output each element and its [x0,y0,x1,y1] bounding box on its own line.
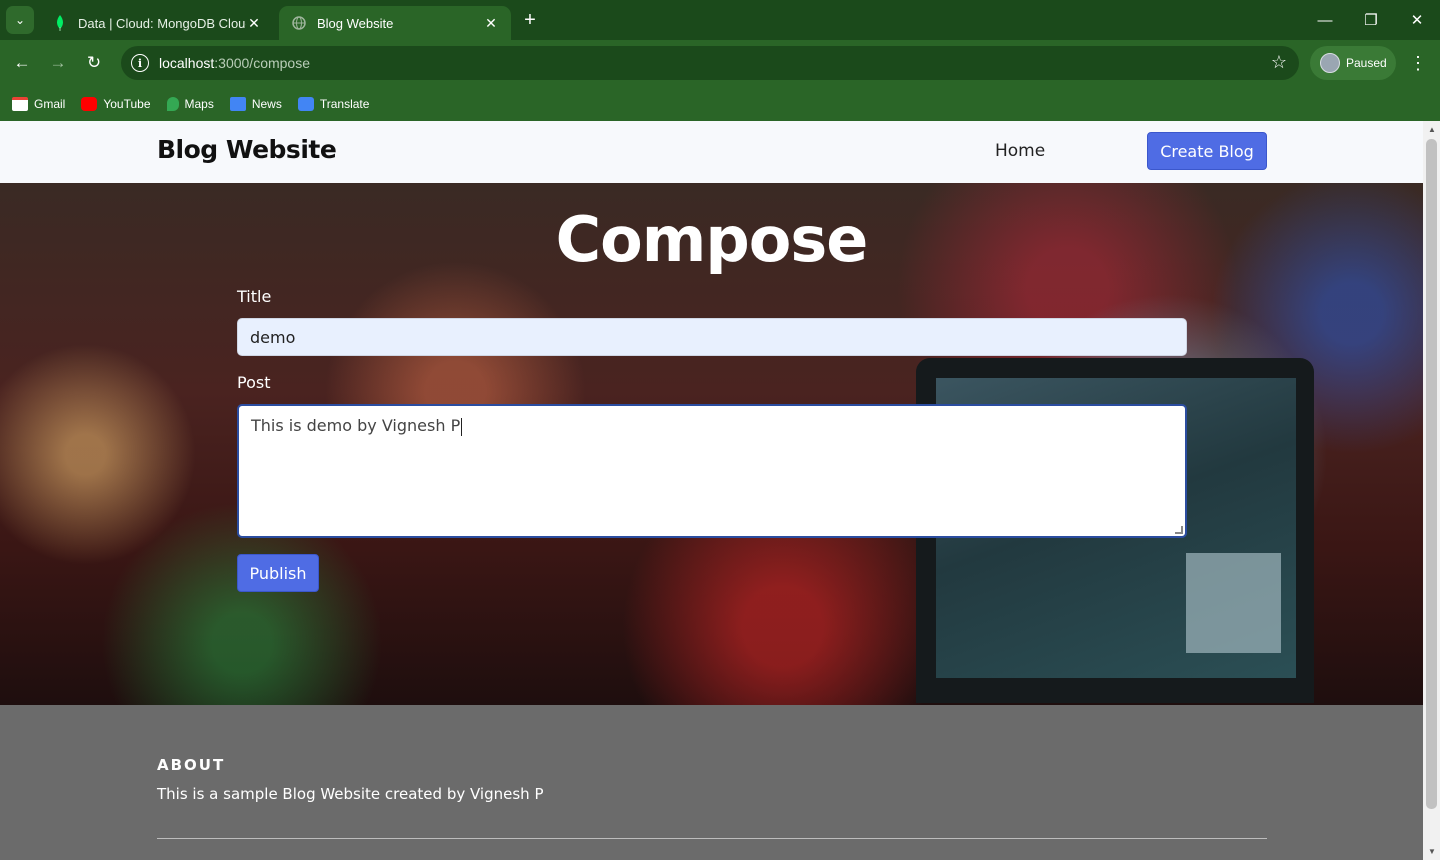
translate-icon [297,96,314,111]
address-bar[interactable]: i localhost:3000/compose ☆ [121,46,1299,80]
title-input[interactable]: demo [237,318,1187,356]
about-heading: ABOUT [157,756,226,774]
bookmarks-bar: Gmail YouTube Maps News Translate [0,86,1440,121]
close-icon[interactable]: ✕ [483,15,499,32]
page-scrollbar[interactable]: ▲ ▼ [1423,121,1440,860]
bookmark-maps[interactable]: Maps [166,96,214,111]
back-icon[interactable]: ← [8,49,36,77]
tab-search-button[interactable]: ⌄ [6,6,34,34]
tab-blog-website[interactable]: Blog Website ✕ [279,6,511,40]
create-blog-button[interactable]: Create Blog [1147,132,1267,170]
new-tab-button[interactable]: + [518,8,542,32]
bookmark-translate[interactable]: Translate [297,96,370,111]
globe-icon [291,15,307,31]
site-header: Blog Website Home Create Blog [0,121,1423,183]
mongodb-leaf-icon [52,15,68,31]
bookmark-label: News [251,96,282,111]
bookmark-gmail[interactable]: Gmail [12,96,66,111]
bookmark-news[interactable]: News [229,96,282,111]
gmail-icon [12,96,28,111]
compose-hero: Compose Title demo Post This is demo by … [0,183,1423,705]
youtube-icon [81,96,98,111]
scroll-down-icon[interactable]: ▼ [1428,847,1436,856]
site-footer: ABOUT This is a sample Blog Website crea… [0,705,1423,860]
post-text: This is demo by Vignesh P [251,416,461,435]
profile-button[interactable]: Paused [1310,46,1396,80]
tab-strip: ⌄ Data | Cloud: MongoDB Cloud ✕ Blog Web… [0,0,1440,40]
maps-icon [166,96,179,111]
scrollbar-thumb[interactable] [1426,139,1437,809]
bookmark-label: YouTube [103,96,151,111]
more-menu-icon[interactable]: ⋮ [1406,49,1430,77]
forward-icon[interactable]: → [44,49,72,77]
tab-mongodb[interactable]: Data | Cloud: MongoDB Cloud ✕ [40,6,274,40]
site-info-icon[interactable]: i [131,54,149,72]
footer-divider [157,838,1267,839]
bookmark-label: Gmail [34,96,66,111]
post-textarea[interactable]: This is demo by Vignesh P [237,404,1187,538]
page-viewport: Blog Website Home Create Blog Compose Ti… [0,121,1423,860]
scroll-up-icon[interactable]: ▲ [1428,125,1436,134]
resize-handle-icon[interactable] [1175,526,1183,534]
bookmark-star-icon[interactable]: ☆ [1271,52,1287,73]
text-caret [461,417,463,436]
tab-title: Data | Cloud: MongoDB Cloud [78,15,246,31]
restore-icon[interactable]: ❐ [1348,0,1394,40]
avatar [1320,53,1340,73]
nav-home-link[interactable]: Home [995,141,1045,161]
about-text: This is a sample Blog Website created by… [157,785,544,803]
post-label: Post [237,373,271,392]
news-icon [229,96,246,111]
browser-toolbar: ← → ↻ i localhost:3000/compose ☆ Paused … [0,40,1440,86]
profile-status: Paused [1346,56,1387,70]
tab-title: Blog Website [317,15,394,31]
bookmark-label: Maps [184,96,214,111]
close-icon[interactable]: ✕ [246,15,262,32]
close-window-icon[interactable]: ✕ [1394,0,1440,40]
url-path: :3000/compose [214,55,310,71]
bookmark-youtube[interactable]: YouTube [81,96,151,111]
chevron-down-icon: ⌄ [14,13,26,27]
url-host: localhost [159,55,215,71]
bookmark-label: Translate [319,96,370,111]
site-brand[interactable]: Blog Website [157,135,337,164]
page-title: Compose [555,203,869,276]
reload-icon[interactable]: ↻ [80,49,108,77]
title-label: Title [237,287,272,306]
minimize-icon[interactable]: — [1302,0,1348,40]
publish-button[interactable]: Publish [237,554,319,592]
